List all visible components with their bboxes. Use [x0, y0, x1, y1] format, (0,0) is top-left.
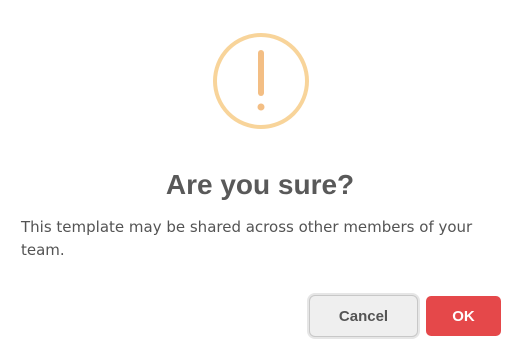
- warning-icon: [213, 33, 309, 129]
- confirm-dialog: Are you sure? This template may be share…: [0, 0, 520, 352]
- dialog-message: This template may be shared across other…: [21, 218, 473, 259]
- dialog-title: Are you sure?: [165, 169, 355, 200]
- cancel-button[interactable]: Cancel: [310, 296, 417, 336]
- ok-button[interactable]: OK: [426, 296, 501, 336]
